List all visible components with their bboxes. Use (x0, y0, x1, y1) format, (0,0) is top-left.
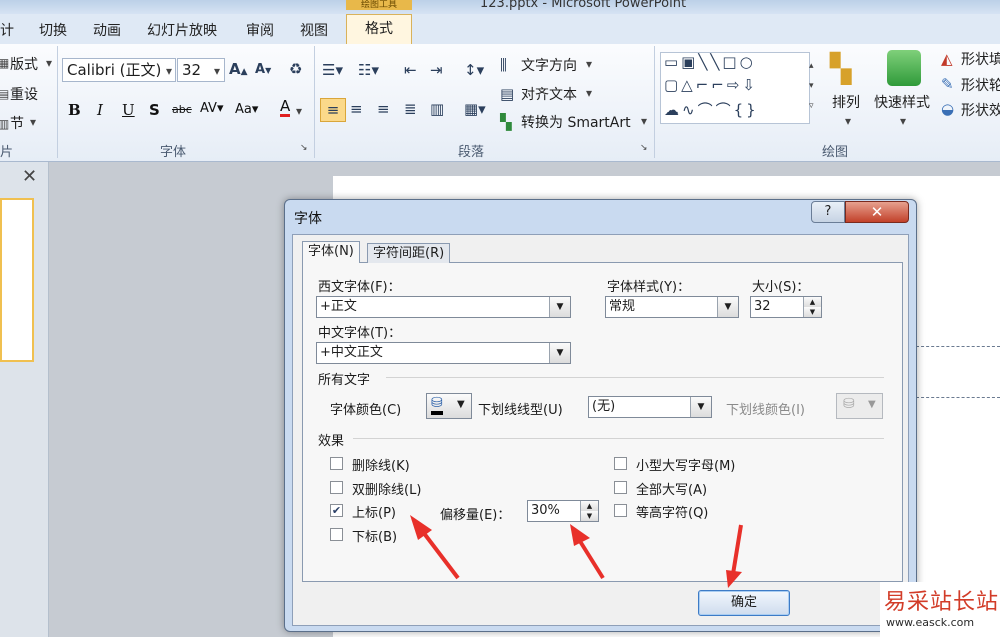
watermark-url: www.easck.com (886, 616, 975, 629)
arrow-to-offset (576, 536, 605, 580)
arrow-to-ok (731, 524, 743, 575)
watermark-title: 易采站长站 (884, 590, 1000, 615)
annotation-arrows (410, 515, 743, 588)
arrow-head (570, 524, 590, 546)
arrow-to-superscript (418, 526, 460, 580)
arrow-head (726, 570, 742, 588)
